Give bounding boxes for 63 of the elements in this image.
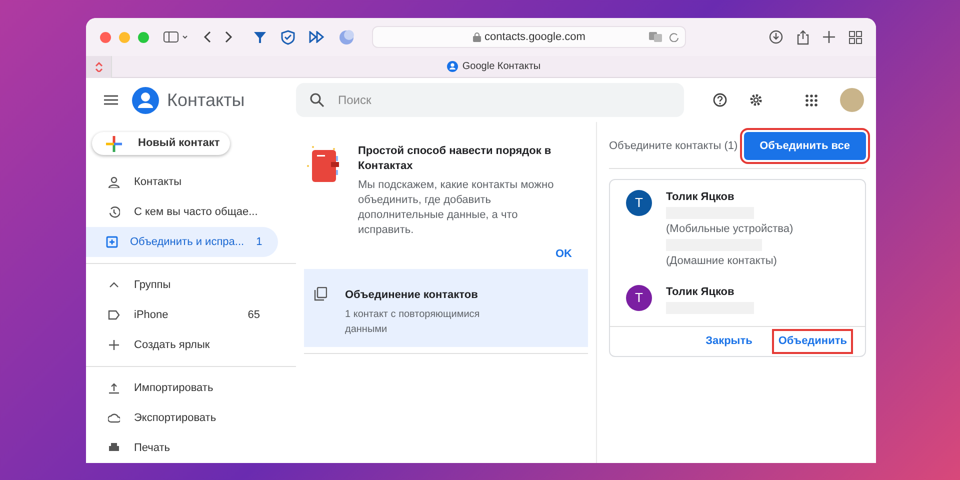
sidebar-item[interactable]: С кем вы часто общае...: [86, 197, 278, 227]
copy-icon: [314, 286, 327, 300]
new-contact-button[interactable]: Новый контакт: [92, 132, 230, 155]
download-icon[interactable]: [769, 30, 783, 44]
tip-text: Мы подскажем, какие контакты можно объединить, где добавить дополнительные данные, а что исправить.: [358, 178, 555, 238]
pinned-tab[interactable]: [86, 56, 112, 78]
avatar: T: [626, 190, 652, 216]
source-label: (Домашние контакты): [666, 254, 778, 269]
plus-icon: [106, 136, 122, 152]
tip-title: Простой способ навести порядок в Контактах: [358, 144, 552, 174]
merge-heading: Объедините контакты (1): [609, 138, 738, 154]
ok-button[interactable]: OK: [554, 246, 574, 262]
source-label: (Мобильные устройства): [666, 222, 794, 237]
translate-icon[interactable]: [649, 32, 663, 42]
printer-icon: [108, 442, 120, 454]
lock-icon: [472, 32, 481, 42]
history-icon: [108, 206, 120, 218]
menu-icon[interactable]: [104, 95, 118, 105]
fast-forward-icon[interactable]: [309, 31, 325, 43]
close-link[interactable]: Закрыть: [704, 333, 754, 350]
favicon-icon: [94, 62, 102, 72]
sidebar-item[interactable]: Экспортировать: [86, 403, 278, 433]
tab-title: Google Контакты: [462, 60, 541, 74]
tabs-grid-icon[interactable]: [849, 30, 862, 44]
suggestion-title: Объединение контактов: [345, 288, 479, 302]
chevron-up-icon: [108, 280, 120, 290]
sidebar-item[interactable]: Печать: [86, 433, 278, 463]
suggestion-text: 1 контакт с повторяющимися данными: [345, 308, 481, 337]
contact-name: Толик Яцков: [666, 285, 736, 300]
sidebar-icon[interactable]: [163, 31, 189, 43]
contacts-icon: [447, 61, 458, 72]
avatar: T: [626, 285, 652, 311]
search-field[interactable]: Поиск: [296, 83, 684, 117]
url-text: contacts.google.com: [484, 30, 586, 45]
person-icon: [108, 176, 120, 188]
groups-header[interactable]: Группы: [86, 270, 278, 300]
help-icon[interactable]: [713, 93, 727, 107]
sidebar-item[interactable]: Контакты: [86, 167, 278, 197]
merge-all-button[interactable]: Объединить все: [744, 132, 866, 160]
contacts-logo-icon: [132, 86, 159, 114]
shield-icon[interactable]: [281, 30, 295, 44]
reload-icon[interactable]: [669, 32, 679, 42]
upload-icon: [108, 382, 120, 394]
contact-name: Толик Яцков: [666, 190, 736, 205]
app-title: Контакты: [167, 88, 245, 112]
sidebar-item[interactable]: Импортировать: [86, 373, 278, 403]
plus-icon: [108, 339, 120, 351]
share-icon[interactable]: [797, 30, 809, 44]
forward-icon[interactable]: [225, 31, 233, 43]
sidebar-item[interactable]: Объединить и испра... 1: [86, 227, 278, 257]
sidebar-item[interactable]: Создать ярлык: [86, 330, 278, 360]
suggestion-card[interactable]: Объединение контактов 1 контакт с повторяющимися данными: [304, 268, 588, 346]
address-bar[interactable]: contacts.google.com: [372, 26, 686, 48]
merge-icon: [106, 236, 118, 248]
sidebar-item[interactable]: iPhone 65: [86, 300, 278, 330]
close-button[interactable]: [100, 32, 111, 42]
settings-icon[interactable]: [749, 93, 763, 107]
back-icon[interactable]: [203, 31, 211, 43]
cloud-icon: [108, 412, 120, 424]
plus-icon[interactable]: [823, 31, 835, 43]
search-icon: [310, 93, 324, 107]
label-icon: [108, 309, 120, 321]
apps-grid-icon[interactable]: [805, 94, 818, 106]
